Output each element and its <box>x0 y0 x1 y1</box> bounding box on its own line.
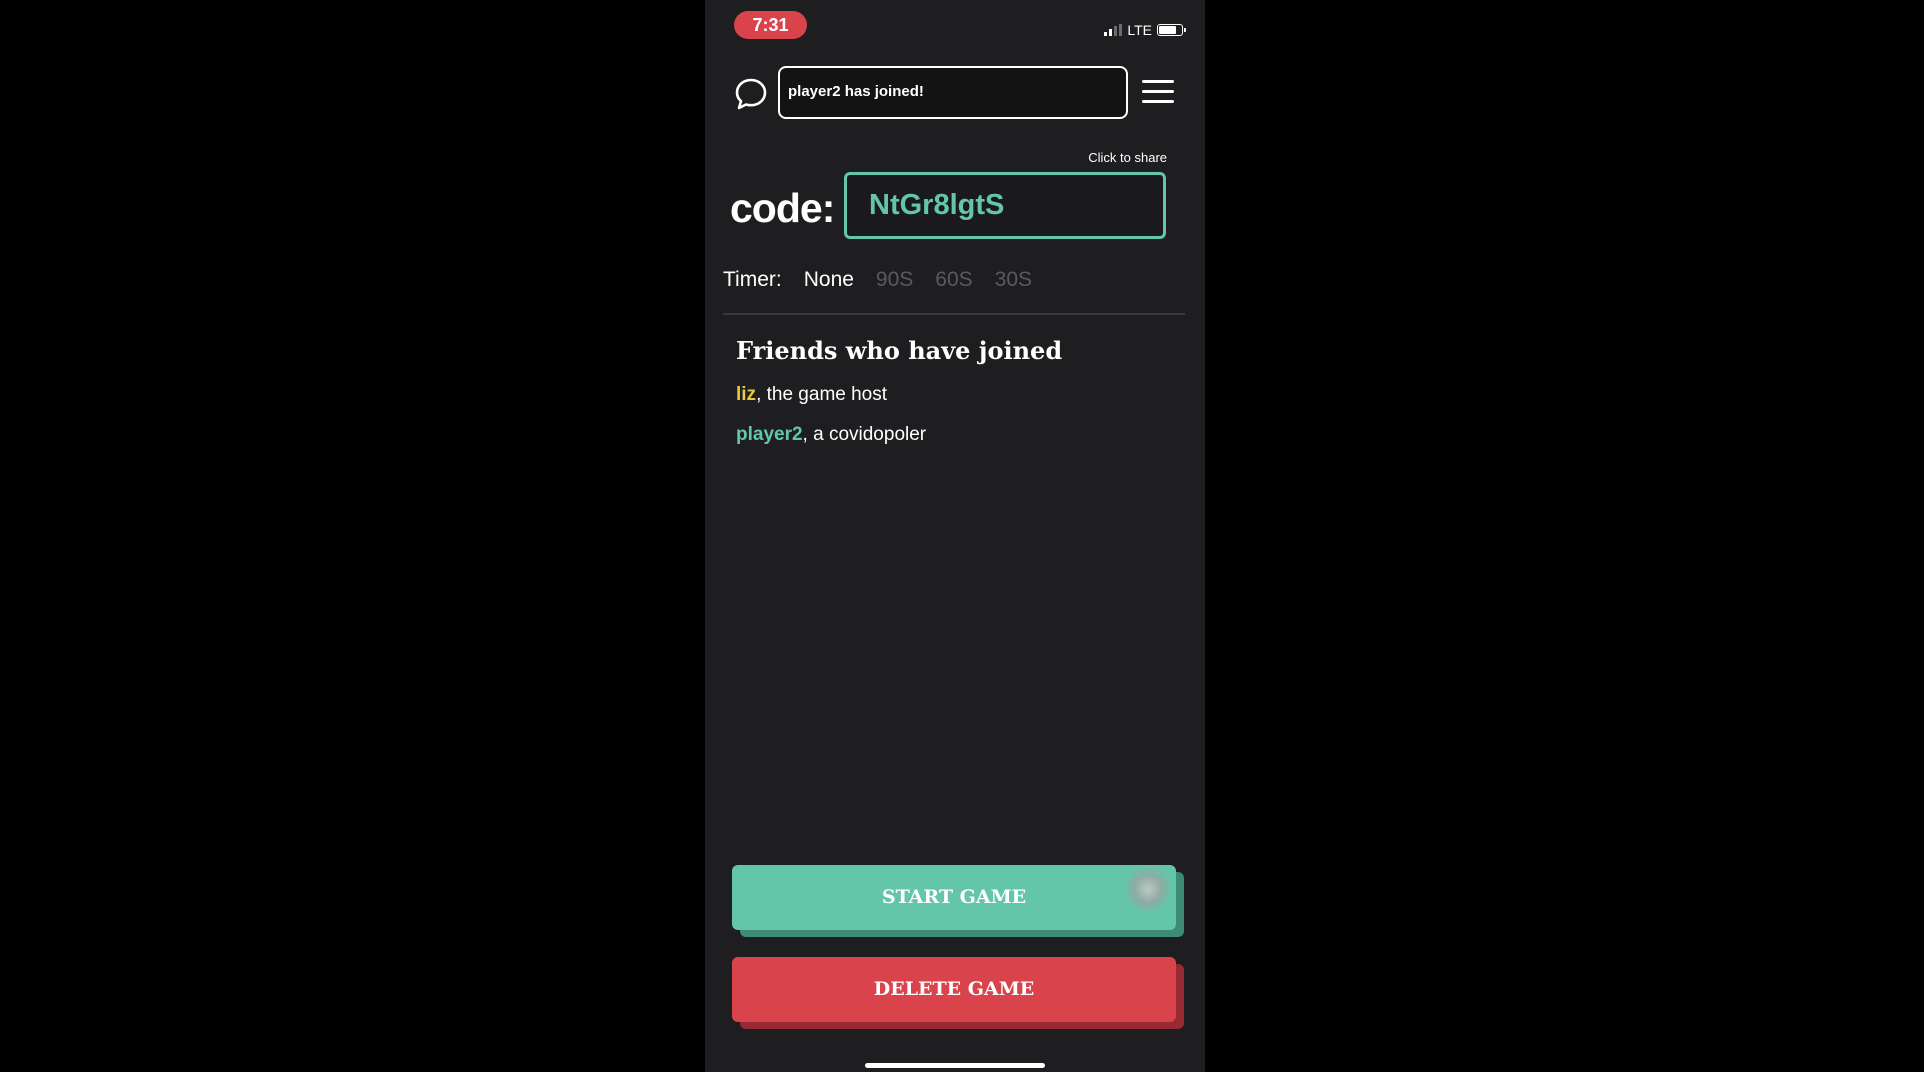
network-label: LTE <box>1127 22 1152 38</box>
touch-indicator <box>1124 865 1172 913</box>
start-game-button[interactable]: START GAME <box>732 865 1176 930</box>
game-code-share-button[interactable]: NtGr8lgtS <box>844 172 1166 239</box>
friend-name: liz <box>736 384 757 405</box>
divider <box>723 313 1185 315</box>
hamburger-menu-icon[interactable] <box>1142 80 1174 106</box>
friend-role: , the game host <box>756 384 888 405</box>
timer-label: Timer: <box>723 268 782 291</box>
chat-icon[interactable] <box>733 76 769 112</box>
phone-screen: 7:31 LTE player2 has joined! Click to sh… <box>705 0 1205 1072</box>
friend-role: , a covidopoler <box>802 424 927 445</box>
friend-item: player2, a covidopoler <box>736 424 926 446</box>
timer-option-60s[interactable]: 60S <box>935 268 972 292</box>
timer-selector: Timer: None 90S 60S 30S <box>723 268 1054 292</box>
code-label: code: <box>730 185 835 231</box>
delete-game-button[interactable]: DELETE GAME <box>732 957 1176 1022</box>
status-indicators: LTE <box>1104 20 1186 40</box>
friends-title: Friends who have joined <box>736 336 1063 365</box>
status-time: 7:31 <box>734 11 807 39</box>
friend-name: player2 <box>736 424 803 445</box>
screen-backdrop: 7:31 LTE player2 has joined! Click to sh… <box>0 0 1924 1072</box>
timer-option-90s[interactable]: 90S <box>876 268 913 292</box>
notification-banner: player2 has joined! <box>778 66 1128 119</box>
timer-option-30s[interactable]: 30S <box>995 268 1032 292</box>
battery-icon <box>1157 24 1186 36</box>
signal-icon <box>1104 24 1123 36</box>
timer-option-none[interactable]: None <box>804 268 854 292</box>
click-to-share-hint: Click to share <box>1088 150 1167 165</box>
friend-item: liz, the game host <box>736 384 887 406</box>
home-indicator[interactable] <box>865 1063 1045 1068</box>
